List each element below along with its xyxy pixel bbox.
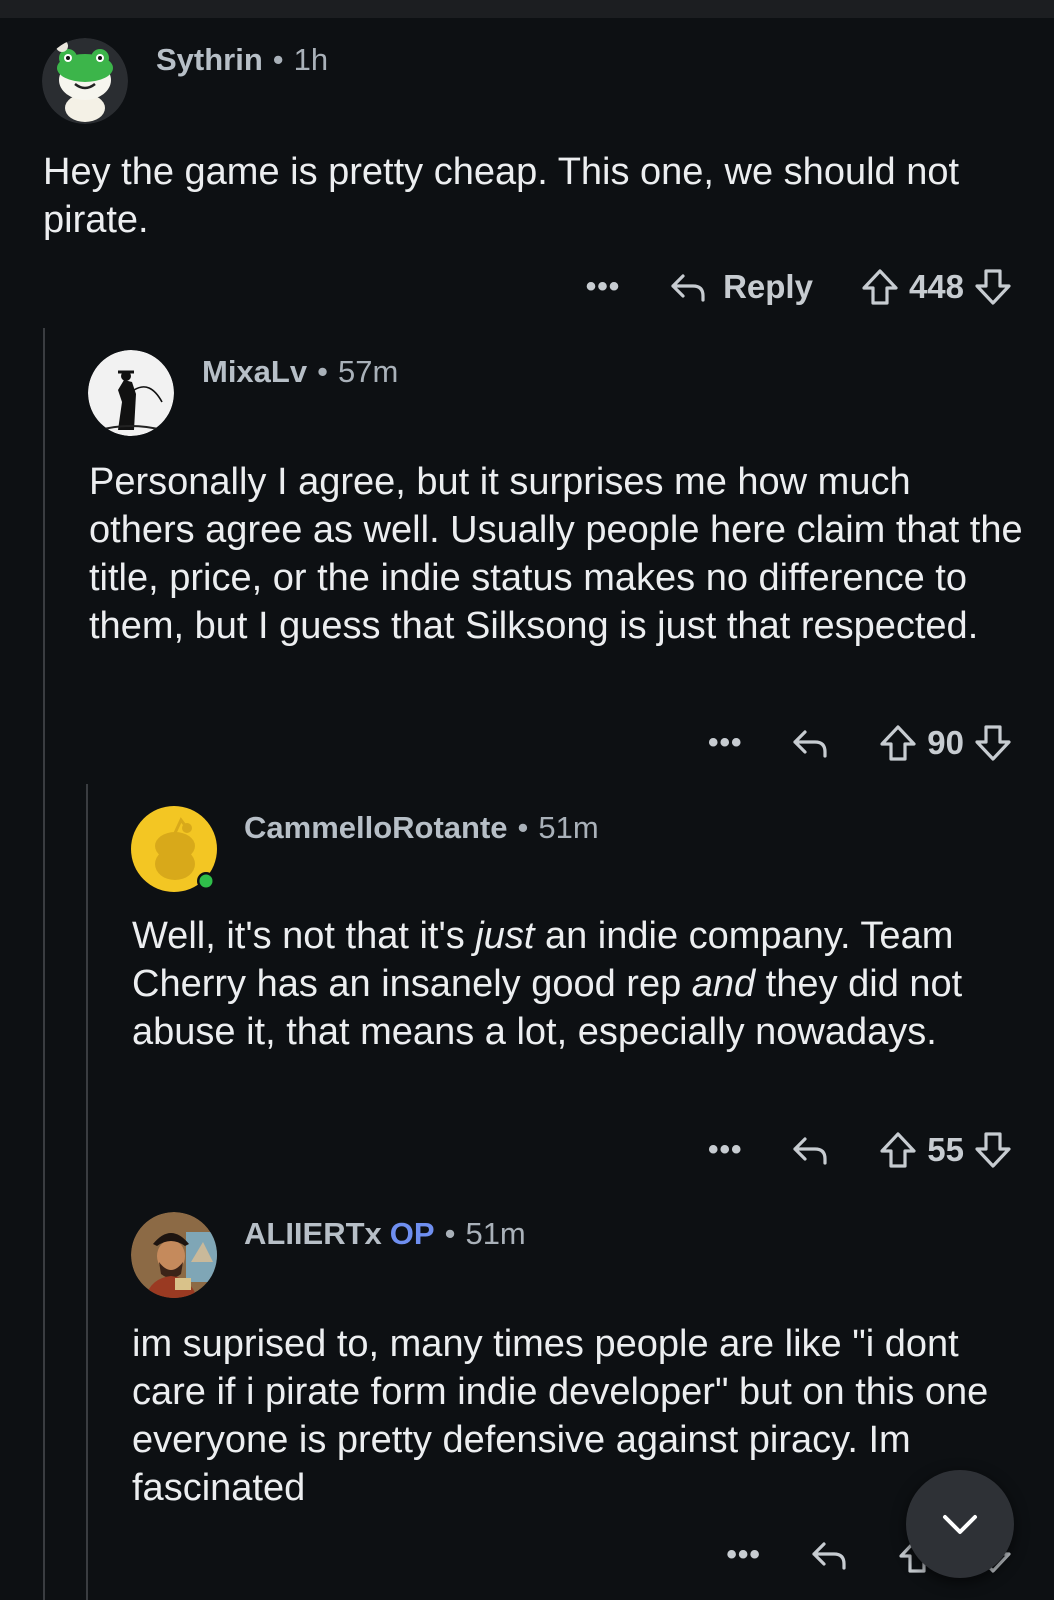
scroll-next-button[interactable] (906, 1470, 1014, 1578)
avatar-pirate-icon (131, 1212, 217, 1298)
author-name[interactable]: ALIIERTx (244, 1216, 382, 1251)
comment-body: im suprised to, many times people are li… (132, 1323, 989, 1509)
comment-meta: ALIIERTx OP • 51m (244, 1216, 526, 1252)
meta-separator: • (444, 1216, 456, 1251)
comment-time: 51m (465, 1216, 526, 1251)
reply-arrow-icon (812, 1542, 846, 1570)
avatar-aliiertx[interactable] (131, 1212, 217, 1298)
reply-button[interactable] (808, 1534, 850, 1576)
more-options-button[interactable]: ••• (714, 1538, 774, 1572)
op-badge: OP (389, 1216, 435, 1251)
chevron-down-icon (943, 1515, 977, 1534)
comment-aliiertx: ALIIERTx OP • 51m im suprised to, many time… (0, 0, 1054, 1600)
